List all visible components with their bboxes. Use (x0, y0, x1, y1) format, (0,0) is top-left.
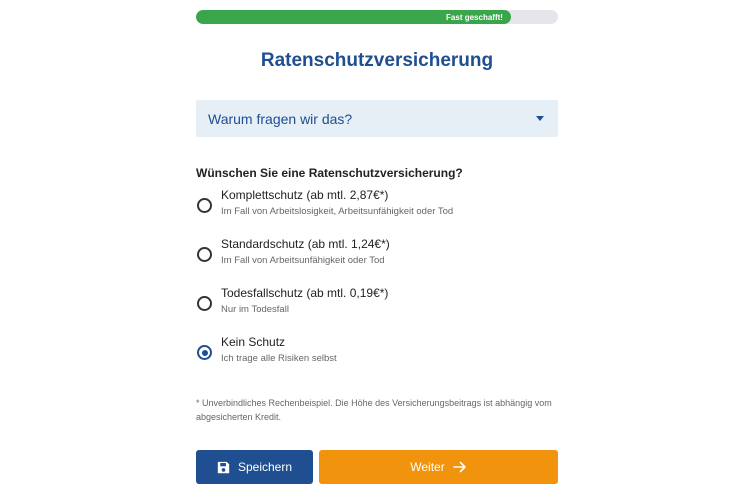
progress-label: Fast geschafft! (446, 12, 503, 22)
caret-down-icon (536, 116, 544, 121)
option-title: Kein Schutz (221, 335, 286, 349)
next-button-label: Weiter (410, 460, 445, 474)
radio-checked-icon[interactable] (197, 345, 212, 360)
save-button[interactable]: Speichern (196, 450, 313, 484)
arrow-right-icon (452, 461, 466, 473)
why-we-ask-accordion[interactable]: Warum fragen wir das? (196, 100, 558, 137)
option-todesfallschutz[interactable]: Todesfallschutz (ab mtl. 0,19€*) Nur im … (196, 286, 558, 322)
option-subtitle: Im Fall von Arbeitslosigkeit, Arbeitsunf… (221, 206, 454, 217)
progress-bar-fill: Fast geschafft! (196, 10, 511, 24)
option-title: Standardschutz (ab mtl. 1,24€*) (221, 237, 390, 251)
option-standardschutz[interactable]: Standardschutz (ab mtl. 1,24€*) Im Fall … (196, 237, 558, 273)
save-button-label: Speichern (237, 460, 293, 474)
radio-unchecked-icon[interactable] (197, 198, 212, 213)
option-komplettschutz[interactable]: Komplettschutz (ab mtl. 2,87€*) Im Fall … (196, 188, 558, 224)
page: Fast geschafft! Ratenschutzversicherung … (0, 0, 740, 495)
option-title: Komplettschutz (ab mtl. 2,87€*) (221, 188, 389, 202)
option-subtitle: Nur im Todesfall (221, 304, 289, 315)
radio-unchecked-icon[interactable] (197, 296, 212, 311)
option-subtitle: Ich trage alle Risiken selbst (221, 353, 337, 364)
accordion-label: Warum fragen wir das? (208, 110, 353, 127)
next-button[interactable]: Weiter (319, 450, 558, 484)
option-kein-schutz[interactable]: Kein Schutz Ich trage alle Risiken selbs… (196, 335, 558, 371)
footnote: * Unverbindliches Rechenbeispiel. Die Hö… (196, 398, 552, 422)
floppy-disk-icon (217, 461, 230, 473)
option-title: Todesfallschutz (ab mtl. 0,19€*) (221, 286, 389, 300)
progress-bar: Fast geschafft! (196, 10, 558, 24)
radio-unchecked-icon[interactable] (197, 247, 212, 262)
option-subtitle: Im Fall von Arbeitsunfähigkeit oder Tod (221, 255, 385, 266)
page-title: Ratenschutzversicherung (260, 50, 494, 71)
question-label: Wünschen Sie eine Ratenschutzversicherun… (196, 166, 463, 180)
